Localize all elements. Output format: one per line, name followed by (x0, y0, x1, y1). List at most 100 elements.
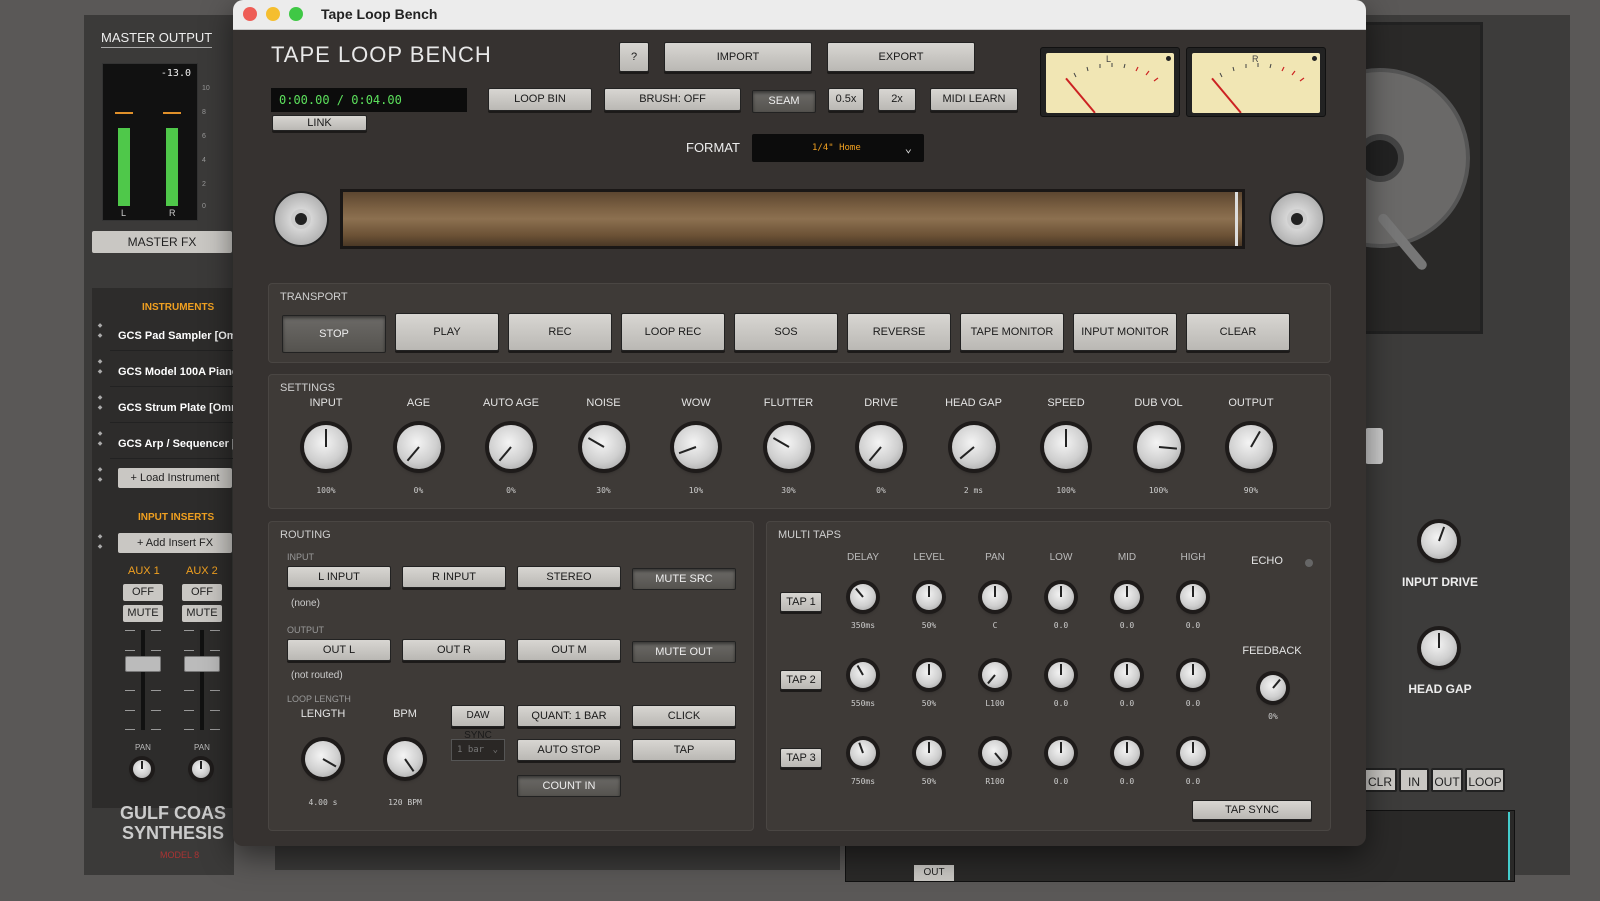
minimize-icon[interactable] (266, 7, 280, 21)
aux2-off-button[interactable]: OFF (182, 584, 222, 601)
out-l-button[interactable]: OUT L (287, 639, 391, 661)
tap-3-mid-knob[interactable] (1114, 740, 1140, 766)
length-knob[interactable] (305, 741, 341, 777)
tap-3-delay-knob[interactable] (850, 740, 876, 766)
instrument-item[interactable]: GCS Model 100A Piano [Omn (110, 357, 234, 387)
echo-led[interactable] (1305, 559, 1313, 567)
tap-1-button[interactable]: TAP 1 (780, 592, 822, 612)
tap-2-mid-knob[interactable] (1114, 662, 1140, 688)
instrument-item[interactable]: GCS Arp / Sequencer [Omn (110, 429, 234, 459)
instrument-item[interactable]: GCS Strum Plate [Omn (110, 393, 234, 423)
tap-2-delay-knob[interactable] (850, 662, 876, 688)
dub-vol-knob[interactable] (1136, 425, 1181, 469)
input-drive-knob[interactable] (1421, 523, 1457, 559)
output-knob[interactable] (1229, 425, 1273, 469)
tap-3-level-knob[interactable] (916, 740, 942, 766)
tap-1-mid-knob[interactable] (1114, 584, 1140, 610)
input-knob[interactable] (304, 425, 348, 469)
in-button[interactable]: IN (1399, 768, 1429, 792)
aux1-mute-button[interactable]: MUTE (123, 605, 163, 622)
tap-tempo-button[interactable]: TAP (632, 739, 736, 761)
l-input-button[interactable]: L INPUT (287, 566, 391, 588)
noise-knob[interactable] (581, 425, 626, 469)
transport-sos-button[interactable]: SOS (734, 313, 838, 351)
daw-sync-button[interactable]: DAW SYNC (451, 705, 505, 741)
age-knob[interactable] (396, 425, 441, 469)
flutter-knob[interactable] (766, 425, 811, 469)
zoom-icon[interactable] (289, 7, 303, 21)
bar-length-select[interactable]: 1 bar ⌄ (451, 739, 505, 761)
add-insert-fx-button[interactable]: + Add Insert FX (118, 533, 232, 553)
tape-loop-display[interactable] (340, 189, 1245, 249)
tape-playhead[interactable] (1235, 192, 1238, 246)
master-fx-button[interactable]: MASTER FX (92, 231, 232, 253)
out-r-button[interactable]: OUT R (402, 639, 506, 661)
drag-handle-icon[interactable]: ◆ ◆ (94, 321, 106, 351)
link-button[interactable]: LINK (272, 115, 367, 131)
transport-clear-button[interactable]: CLEAR (1186, 313, 1290, 351)
wow-knob[interactable] (674, 425, 718, 469)
midi-learn-button[interactable]: MIDI LEARN (930, 88, 1018, 111)
half-speed-button[interactable]: 0.5x (828, 88, 864, 111)
tap-1-low-knob[interactable] (1048, 584, 1074, 610)
clr-button[interactable]: CLR (1363, 768, 1397, 792)
out-button[interactable]: OUT (1431, 768, 1463, 792)
tap-3-low-knob[interactable] (1048, 740, 1074, 766)
out-m-button[interactable]: OUT M (517, 639, 621, 661)
drag-handle-icon[interactable]: ◆ ◆ (94, 357, 106, 387)
brush-toggle-button[interactable]: BRUSH: OFF (604, 88, 741, 111)
transport-tape-monitor-button[interactable]: TAPE MONITOR (960, 313, 1064, 351)
auto-age-knob[interactable] (489, 425, 533, 469)
tap-2-high-knob[interactable] (1180, 662, 1206, 688)
format-select[interactable]: 1/4" Home ⌄ (752, 134, 924, 162)
tap-1-pan-knob[interactable] (982, 584, 1008, 610)
help-button[interactable]: ? (619, 42, 649, 72)
transport-play-button[interactable]: PLAY (395, 313, 499, 351)
seam-button[interactable]: SEAM (752, 90, 816, 113)
drag-handle-icon[interactable]: ◆ ◆ (94, 465, 106, 495)
drive-knob[interactable] (859, 425, 903, 469)
mute-src-button[interactable]: MUTE SRC (632, 568, 736, 590)
close-icon[interactable] (243, 7, 257, 21)
tap-1-delay-knob[interactable] (850, 584, 876, 610)
double-speed-button[interactable]: 2x (878, 88, 916, 111)
count-in-button[interactable]: COUNT IN (517, 775, 621, 797)
aux2-fader[interactable] (184, 656, 220, 672)
transport-loop-rec-button[interactable]: LOOP REC (621, 313, 725, 351)
quantize-button[interactable]: QUANT: 1 BAR (517, 705, 621, 727)
tap-2-pan-knob[interactable] (982, 662, 1008, 688)
transport-rec-button[interactable]: REC (508, 313, 612, 351)
export-button[interactable]: EXPORT (827, 42, 975, 72)
tap-3-high-knob[interactable] (1180, 740, 1206, 766)
mute-out-button[interactable]: MUTE OUT (632, 641, 736, 663)
speed-knob[interactable] (1044, 425, 1088, 469)
tap-sync-button[interactable]: TAP SYNC (1192, 800, 1312, 820)
drag-handle-icon[interactable]: ◆ ◆ (94, 532, 106, 562)
transport-stop-button[interactable]: STOP (282, 315, 386, 353)
out-marker[interactable]: OUT (914, 865, 954, 881)
drag-handle-icon[interactable]: ◆ ◆ (94, 393, 106, 423)
head-gap-knob[interactable] (1421, 630, 1457, 666)
import-button[interactable]: IMPORT (664, 42, 812, 72)
aux1-off-button[interactable]: OFF (123, 584, 163, 601)
tap-2-low-knob[interactable] (1048, 662, 1074, 688)
tap-1-high-knob[interactable] (1180, 584, 1206, 610)
bpm-knob[interactable] (387, 741, 423, 777)
auto-stop-button[interactable]: AUTO STOP (517, 739, 621, 761)
instrument-item[interactable]: GCS Pad Sampler [Omn (110, 321, 234, 351)
transport-input-monitor-button[interactable]: INPUT MONITOR (1073, 313, 1177, 351)
loop-bin-button[interactable]: LOOP BIN (488, 88, 592, 111)
transport-reverse-button[interactable]: REVERSE (847, 313, 951, 351)
side-tab-handle[interactable] (1365, 428, 1383, 464)
load-instrument-button[interactable]: + Load Instrument (118, 468, 232, 488)
r-input-button[interactable]: R INPUT (402, 566, 506, 588)
feedback-knob[interactable] (1260, 675, 1286, 701)
aux2-mute-button[interactable]: MUTE (182, 605, 222, 622)
aux1-pan-knob[interactable] (133, 760, 151, 778)
loop-button[interactable]: LOOP (1465, 768, 1505, 792)
tap-3-pan-knob[interactable] (982, 740, 1008, 766)
tap-2-level-knob[interactable] (916, 662, 942, 688)
aux2-pan-knob[interactable] (192, 760, 210, 778)
tap-1-level-knob[interactable] (916, 584, 942, 610)
click-button[interactable]: CLICK (632, 705, 736, 727)
